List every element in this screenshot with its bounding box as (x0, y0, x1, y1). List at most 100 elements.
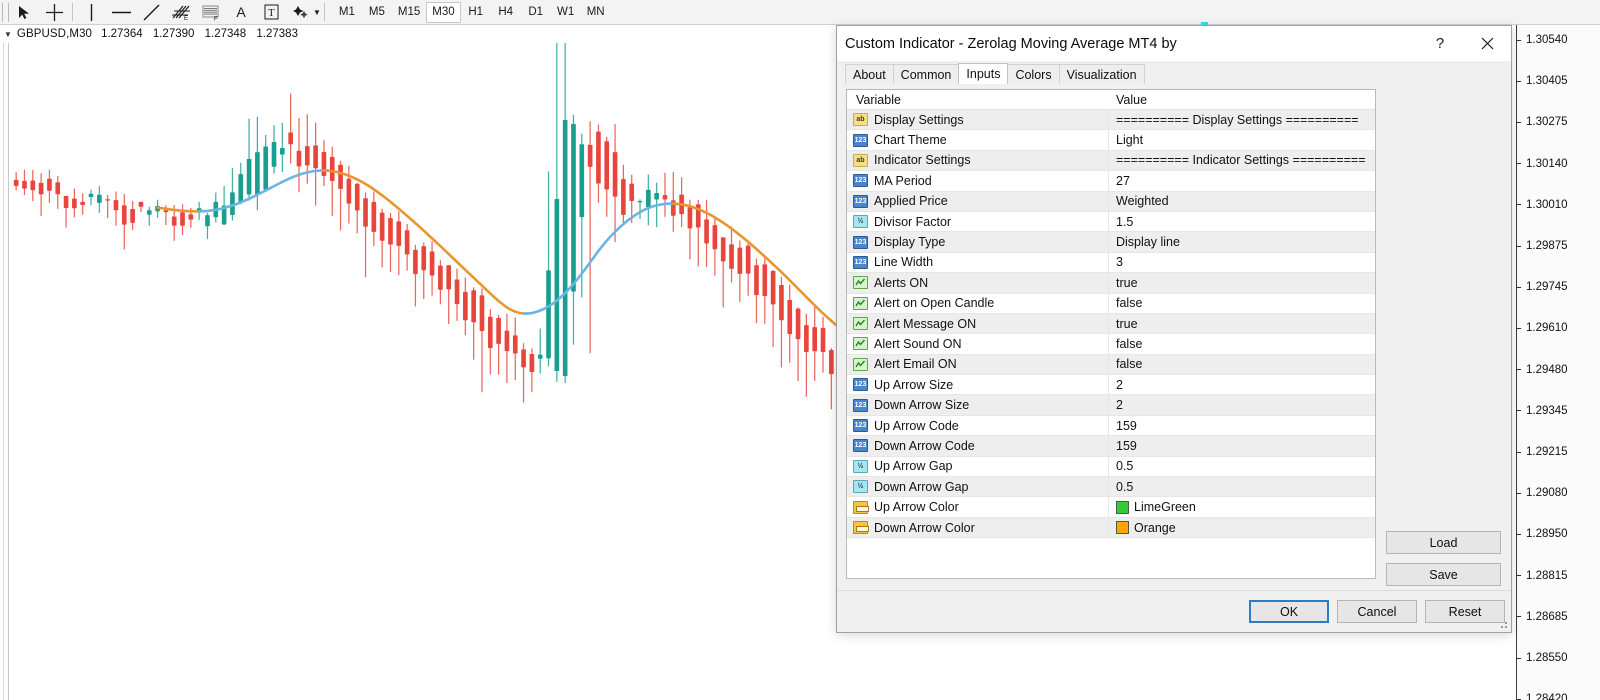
trendline-tool-icon[interactable] (136, 1, 166, 23)
chart-collapse-caret-icon[interactable]: ▼ (4, 30, 12, 39)
table-row[interactable]: 123Up Arrow Size2 (847, 375, 1375, 395)
tab-colors[interactable]: Colors (1007, 64, 1059, 84)
table-row[interactable]: 123Applied PriceWeighted (847, 192, 1375, 212)
timeframe-h4[interactable]: H4 (491, 2, 521, 23)
table-row[interactable]: abIndicator Settings ========== Indicator… (847, 151, 1375, 171)
tab-common[interactable]: Common (893, 64, 960, 84)
int-type-icon: 123 (853, 378, 868, 391)
dialog-resize-grip[interactable] (1497, 618, 1509, 630)
string-type-icon: ab (853, 113, 868, 126)
value-cell[interactable]: 2 (1109, 395, 1375, 414)
value-cell[interactable]: 159 (1109, 416, 1375, 435)
price-tick: 1.28950 (1517, 527, 1600, 541)
load-button[interactable]: Load (1386, 531, 1501, 554)
horizontal-line-tool-icon[interactable] (106, 1, 136, 23)
table-row[interactable]: ½Up Arrow Gap0.5 (847, 457, 1375, 477)
table-row[interactable]: 123Down Arrow Code159 (847, 436, 1375, 456)
close-button[interactable] (1463, 26, 1511, 61)
value-cell[interactable]: 1.5 (1109, 212, 1375, 231)
reset-button[interactable]: Reset (1425, 600, 1505, 623)
timeframe-m1[interactable]: M1 (332, 2, 362, 23)
value-text: ========== Indicator Settings ========== (1116, 153, 1366, 167)
timeframe-d1[interactable]: D1 (521, 2, 551, 23)
timeframe-h1-label: H1 (468, 6, 483, 18)
table-row[interactable]: 123Line Width 3 (847, 253, 1375, 273)
timeframe-m30[interactable]: M30 (426, 2, 460, 23)
cursor-tool-icon[interactable] (9, 1, 39, 23)
value-cell[interactable]: false (1109, 294, 1375, 313)
value-cell[interactable]: 3 (1109, 253, 1375, 272)
table-row[interactable]: Alert Message ONtrue (847, 314, 1375, 334)
price-scale-axis[interactable]: 1.305401.304051.302751.301401.300101.298… (1516, 25, 1600, 700)
variable-cell: abIndicator Settings (847, 151, 1109, 170)
value-cell[interactable]: ========== Indicator Settings ========== (1109, 151, 1375, 170)
value-cell[interactable]: 2 (1109, 375, 1375, 394)
chart-close-value: 1.27383 (256, 28, 298, 40)
value-cell[interactable]: true (1109, 314, 1375, 333)
variable-cell: Alert on Open Candle (847, 294, 1109, 313)
help-button[interactable]: ? (1417, 26, 1463, 61)
tab-inputs[interactable]: Inputs (958, 63, 1008, 84)
value-text: 3 (1116, 255, 1123, 269)
table-row[interactable]: 123MA Period27 (847, 171, 1375, 191)
timeframe-m5[interactable]: M5 (362, 2, 392, 23)
value-cell[interactable]: 27 (1109, 171, 1375, 190)
vertical-line-tool-icon[interactable] (76, 1, 106, 23)
double-type-icon: ½ (853, 215, 868, 228)
table-row[interactable]: Down Arrow ColorOrange (847, 518, 1375, 538)
table-row[interactable]: 123Chart ThemeLight (847, 130, 1375, 150)
text-label-tool-icon[interactable]: T (256, 1, 286, 23)
table-row[interactable]: Alerts ONtrue (847, 273, 1375, 293)
value-cell[interactable]: 159 (1109, 436, 1375, 455)
value-cell[interactable]: LimeGreen (1109, 497, 1375, 516)
timeframe-m15[interactable]: M15 (392, 2, 426, 23)
inputs-table[interactable]: Variable Value abDisplay Settings=======… (846, 89, 1376, 579)
text-tool-icon[interactable]: A (226, 1, 256, 23)
variable-name: Alert Email ON (874, 357, 957, 371)
variable-name: Down Arrow Size (874, 398, 969, 412)
table-row[interactable]: abDisplay Settings========== Display Set… (847, 110, 1375, 130)
variable-cell: 123Line Width (847, 253, 1109, 272)
value-cell[interactable]: Weighted (1109, 192, 1375, 211)
value-cell[interactable]: 0.5 (1109, 477, 1375, 496)
table-row[interactable]: 123Down Arrow Size2 (847, 395, 1375, 415)
int-type-icon: 123 (853, 236, 868, 249)
table-row[interactable]: ½Down Arrow Gap0.5 (847, 477, 1375, 497)
value-cell[interactable]: 0.5 (1109, 457, 1375, 476)
fibonacci-tool-icon[interactable]: E (166, 1, 196, 23)
dialog-title: Custom Indicator - Zerolag Moving Averag… (845, 36, 1177, 52)
equidistant-channel-tool-icon[interactable]: F (196, 1, 226, 23)
toolbar-drag-grip[interactable] (2, 3, 9, 22)
value-cell[interactable]: Light (1109, 130, 1375, 149)
value-cell[interactable]: false (1109, 355, 1375, 374)
timeframe-mn[interactable]: MN (581, 2, 611, 23)
table-row[interactable]: Alert Sound ONfalse (847, 334, 1375, 354)
variable-cell: 123Up Arrow Code (847, 416, 1109, 435)
tab-about[interactable]: About (845, 64, 894, 84)
value-text: false (1116, 357, 1142, 371)
table-row[interactable]: Up Arrow ColorLimeGreen (847, 497, 1375, 517)
value-cell[interactable]: Orange (1109, 518, 1375, 537)
table-row[interactable]: ½Divisor Factor1.5 (847, 212, 1375, 232)
dialog-title-bar[interactable]: Custom Indicator - Zerolag Moving Averag… (837, 26, 1511, 61)
shapes-tool-icon[interactable] (286, 1, 316, 23)
chart-high-value: 1.27390 (153, 28, 195, 40)
value-cell[interactable]: true (1109, 273, 1375, 292)
value-cell[interactable]: false (1109, 334, 1375, 353)
timeframe-h1[interactable]: H1 (461, 2, 491, 23)
tab-visualization[interactable]: Visualization (1059, 64, 1145, 84)
table-row[interactable]: Alert Email ON false (847, 355, 1375, 375)
svg-text:F: F (214, 16, 218, 21)
value-cell[interactable]: ========== Display Settings ========== (1109, 110, 1375, 129)
table-row[interactable]: 123Up Arrow Code159 (847, 416, 1375, 436)
shapes-dropdown-caret-icon[interactable]: ▼ (313, 8, 321, 17)
table-row[interactable]: Alert on Open Candlefalse (847, 294, 1375, 314)
save-button[interactable]: Save (1386, 563, 1501, 586)
cancel-button[interactable]: Cancel (1337, 600, 1417, 623)
timeframe-w1[interactable]: W1 (551, 2, 581, 23)
ok-button[interactable]: OK (1249, 600, 1329, 623)
table-row[interactable]: 123Display TypeDisplay line (847, 232, 1375, 252)
crosshair-tool-icon[interactable] (39, 1, 69, 23)
value-cell[interactable]: Display line (1109, 232, 1375, 251)
bool-type-icon (853, 337, 868, 350)
